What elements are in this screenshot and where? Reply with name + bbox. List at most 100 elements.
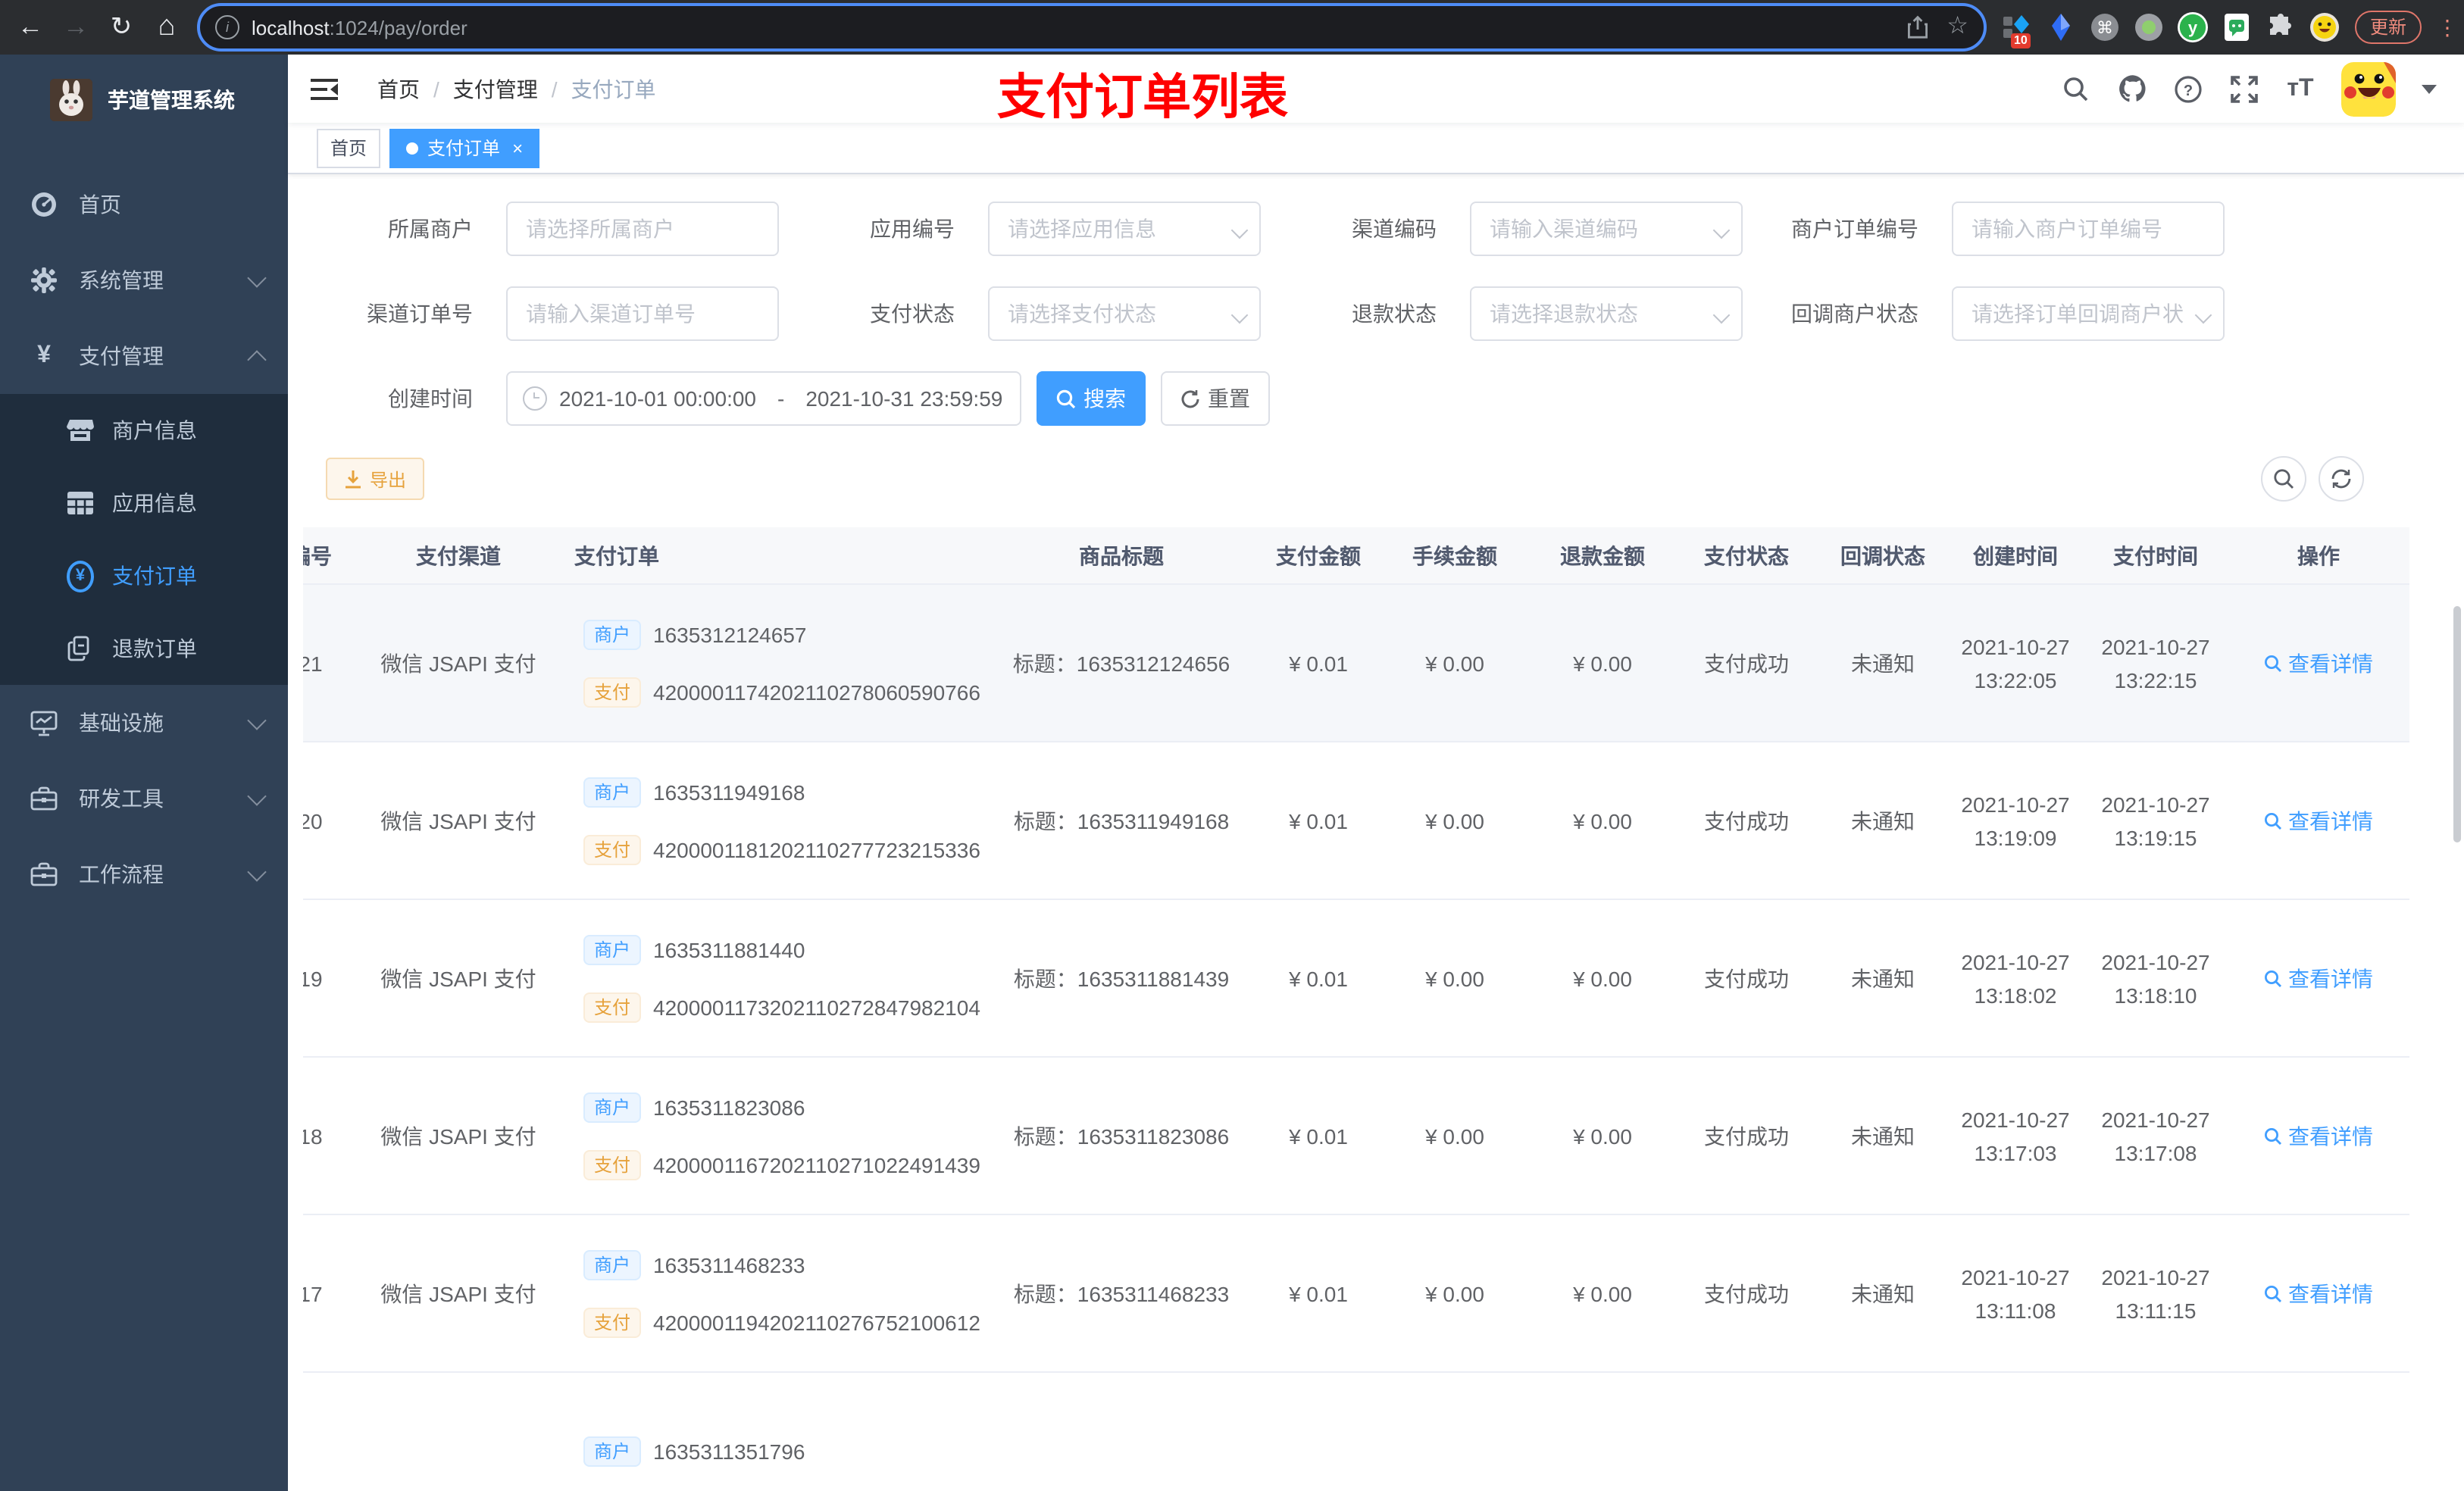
table-row[interactable]: 19 微信 JSAPI 支付 商户1635311881440 支付4200001… bbox=[303, 899, 2409, 1058]
tab-home[interactable]: 首页 bbox=[317, 128, 381, 167]
merchant-tag: 商户 bbox=[583, 1092, 642, 1122]
channel-order-no-label: 渠道订单号 bbox=[367, 302, 473, 326]
tags-view-bar: 首页 支付订单 × bbox=[288, 123, 2464, 174]
storefront-icon bbox=[67, 417, 94, 444]
sidebar-item-label: 支付管理 bbox=[79, 344, 164, 368]
refresh-table-button[interactable] bbox=[2319, 456, 2364, 502]
channel-order-no-input[interactable] bbox=[506, 286, 779, 341]
table-row[interactable]: 17 微信 JSAPI 支付 商户1635311468233 支付4200001… bbox=[303, 1214, 2409, 1373]
search-icon[interactable] bbox=[2061, 73, 2091, 104]
address-bar[interactable]: i localhost:1024/pay/order ☆ bbox=[197, 3, 1987, 52]
close-tab-icon[interactable]: × bbox=[512, 130, 523, 166]
clock-icon bbox=[523, 386, 547, 411]
sidebar-item-merchant-info[interactable]: 商户信息 bbox=[0, 394, 288, 467]
sidebar-item-app-info[interactable]: 应用信息 bbox=[0, 467, 288, 539]
grid-table-icon bbox=[67, 489, 94, 517]
fullscreen-icon[interactable] bbox=[2229, 73, 2259, 104]
sidebar-item-label: 商户信息 bbox=[112, 418, 197, 442]
sidebar-item-payment[interactable]: ¥ 支付管理 bbox=[0, 318, 288, 394]
sidebar-item-home[interactable]: 首页 bbox=[0, 167, 288, 242]
refund-status-select[interactable] bbox=[1470, 286, 1743, 341]
callback-status-select[interactable] bbox=[1952, 286, 2225, 341]
merchant-input[interactable] bbox=[506, 202, 779, 256]
sidebar-item-workflow[interactable]: 工作流程 bbox=[0, 836, 288, 912]
page-title: 支付订单列表 bbox=[997, 70, 1289, 124]
view-detail-link[interactable]: 查看详情 bbox=[2264, 648, 2373, 678]
svg-text:y: y bbox=[2188, 18, 2198, 37]
sidebar-submenu-payment: 商户信息 应用信息 ¥ 支付订单 退款订单 bbox=[0, 394, 288, 685]
site-info-icon[interactable]: i bbox=[215, 15, 239, 39]
pay-tag: 支付 bbox=[583, 1149, 642, 1180]
sidebar-item-system[interactable]: 系统管理 bbox=[0, 242, 288, 318]
merchant-order-no-input[interactable] bbox=[1952, 202, 2225, 256]
view-detail-link[interactable]: 查看详情 bbox=[2264, 805, 2373, 836]
view-detail-link[interactable]: 查看详情 bbox=[2264, 963, 2373, 993]
toggle-search-button[interactable] bbox=[2261, 456, 2306, 502]
profile-avatar-icon[interactable] bbox=[2309, 12, 2340, 42]
create-time-range-input[interactable]: 2021-10-01 00:00:00 - 2021-10-31 23:59:5… bbox=[506, 371, 1021, 426]
search-button[interactable]: 搜索 bbox=[1037, 371, 1146, 426]
github-icon[interactable] bbox=[2117, 73, 2147, 104]
app-no-select[interactable] bbox=[988, 202, 1261, 256]
share-icon[interactable] bbox=[1906, 15, 1928, 39]
bookmark-star-icon[interactable]: ☆ bbox=[1946, 14, 1968, 39]
browser-menu-icon[interactable]: ⋮ bbox=[2437, 14, 2458, 40]
user-avatar[interactable] bbox=[2341, 61, 2396, 116]
extension-icon-4[interactable] bbox=[2134, 12, 2164, 42]
table-row[interactable]: 18 微信 JSAPI 支付 商户1635311823086 支付4200001… bbox=[303, 1057, 2409, 1215]
reset-button[interactable]: 重置 bbox=[1161, 371, 1270, 426]
date-separator: - bbox=[777, 386, 785, 411]
table-row[interactable]: 20 微信 JSAPI 支付 商户1635311949168 支付4200001… bbox=[303, 742, 2409, 900]
sidebar-item-dev-tools[interactable]: 研发工具 bbox=[0, 761, 288, 836]
orders-table: 编号 支付渠道 支付订单 商品标题 支付金额 手续金额 退款金额 支付状态 回调… bbox=[303, 527, 2409, 1491]
app-title: 芋道管理系统 bbox=[108, 88, 235, 112]
pay-tag: 支付 bbox=[583, 677, 642, 707]
sidebar-logo[interactable]: 芋道管理系统 bbox=[0, 55, 288, 145]
channel-code-label: 渠道编码 bbox=[1352, 217, 1437, 241]
font-size-icon[interactable]: ᴛT bbox=[2285, 73, 2315, 104]
col-refund: 退款金额 bbox=[1531, 527, 1674, 585]
sidebar-item-label: 应用信息 bbox=[112, 491, 197, 515]
browser-refresh-icon[interactable]: ↻ bbox=[106, 0, 136, 55]
extensions-puzzle-icon[interactable] bbox=[2265, 12, 2296, 42]
table-header-row: 编号 支付渠道 支付订单 商品标题 支付金额 手续金额 退款金额 支付状态 回调… bbox=[303, 527, 2409, 585]
merchant-tag: 商户 bbox=[583, 934, 642, 964]
table-row[interactable]: 21 微信 JSAPI 支付 商户1635312124657 支付4200001… bbox=[303, 584, 2409, 742]
create-time-label: 创建时间 bbox=[388, 386, 473, 411]
col-id: 编号 bbox=[303, 527, 364, 585]
channel-code-select[interactable] bbox=[1470, 202, 1743, 256]
col-pay-status: 支付状态 bbox=[1674, 527, 1818, 585]
active-tab-dot bbox=[406, 142, 419, 154]
extension-icon-2[interactable] bbox=[2046, 12, 2076, 42]
pay-status-select[interactable] bbox=[988, 286, 1261, 341]
sidebar-item-refund-order[interactable]: 退款订单 bbox=[0, 612, 288, 685]
browser-update-button[interactable]: 更新 bbox=[2354, 11, 2422, 44]
col-title: 商品标题 bbox=[985, 527, 1258, 585]
table-row-partial[interactable]: 商户 1635311351796 bbox=[303, 1372, 2409, 1491]
view-detail-link[interactable]: 查看详情 bbox=[2264, 1278, 2373, 1308]
browser-back-icon[interactable]: ← bbox=[15, 0, 45, 55]
sidebar-item-label: 系统管理 bbox=[79, 268, 164, 292]
sidebar-item-infrastructure[interactable]: 基础设施 bbox=[0, 685, 288, 761]
browser-home-icon[interactable]: ⌂ bbox=[152, 0, 182, 55]
export-button[interactable]: 导出 bbox=[326, 458, 425, 500]
page-scrollbar[interactable] bbox=[2453, 606, 2461, 842]
table-toolbar: 导出 bbox=[326, 456, 2364, 502]
extension-icon-3[interactable]: ⌘ bbox=[2090, 12, 2120, 42]
breadcrumb-pay-mgmt[interactable]: 支付管理 bbox=[453, 73, 538, 104]
extension-icon-1[interactable]: 10 bbox=[2002, 12, 2032, 48]
chevron-down-icon bbox=[247, 710, 267, 730]
extension-icon-6[interactable] bbox=[2222, 12, 2252, 42]
view-detail-link[interactable]: 查看详情 bbox=[2264, 1121, 2373, 1151]
help-icon[interactable]: ? bbox=[2173, 73, 2203, 104]
extension-icon-5[interactable]: y bbox=[2177, 12, 2208, 42]
pay-tag: 支付 bbox=[583, 992, 642, 1022]
svg-text:⌘: ⌘ bbox=[2097, 18, 2113, 37]
sidebar-collapse-icon[interactable] bbox=[311, 78, 338, 99]
tab-pay-order[interactable]: 支付订单 × bbox=[389, 128, 540, 167]
avatar-dropdown-caret[interactable] bbox=[2422, 84, 2437, 93]
sidebar-item-pay-order[interactable]: ¥ 支付订单 bbox=[0, 539, 288, 612]
browser-forward-icon[interactable]: → bbox=[61, 0, 91, 55]
breadcrumb-home[interactable]: 首页 bbox=[377, 73, 420, 104]
date-start: 2021-10-01 00:00:00 bbox=[559, 386, 756, 411]
